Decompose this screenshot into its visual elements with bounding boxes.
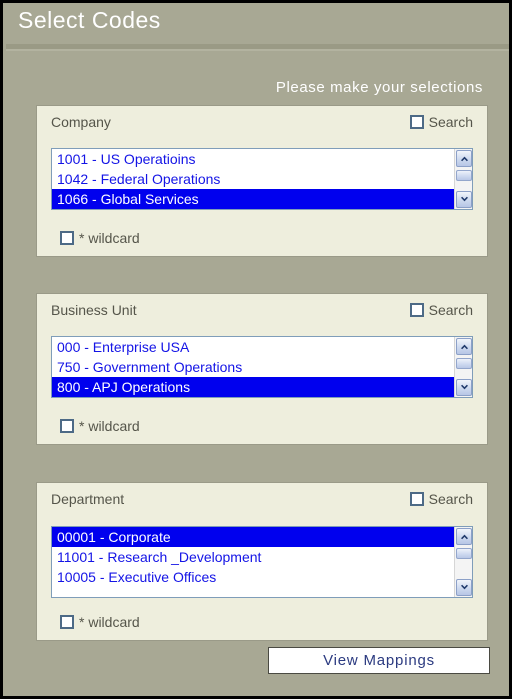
search-checkbox-row-company[interactable]: Search <box>409 114 473 130</box>
view-mappings-button[interactable]: View Mappings <box>268 647 490 674</box>
scroll-thumb-company[interactable] <box>456 170 472 181</box>
search-checkbox-row-department[interactable]: Search <box>409 491 473 507</box>
wildcard-checkbox-department[interactable] <box>60 615 74 629</box>
search-checkbox-label-business-unit: Search <box>428 302 473 318</box>
chevron-up-icon <box>460 155 469 162</box>
wildcard-checkbox-company[interactable] <box>60 231 74 245</box>
group-panel-business-unit: Business Unit Search 000 - Enterprise US… <box>36 293 488 445</box>
group-panel-department: Department Search 00001 - Corporate 1100… <box>36 482 488 641</box>
listbox-business-unit[interactable]: 000 - Enterprise USA 750 - Government Op… <box>51 336 473 398</box>
wildcard-checkbox-row-business-unit[interactable]: * wildcard <box>60 418 140 434</box>
list-item[interactable]: 11001 - Research _Development <box>52 547 454 567</box>
search-checkbox-business-unit[interactable] <box>409 303 424 317</box>
chevron-down-icon <box>460 384 469 391</box>
search-checkbox-row-business-unit[interactable]: Search <box>409 302 473 318</box>
group-panel-company: Company Search 1001 - US Operatioins 104… <box>36 105 488 257</box>
window-header: Select Codes <box>6 3 509 43</box>
chevron-down-icon <box>460 196 469 203</box>
scroll-down-button-business-unit[interactable] <box>456 379 472 396</box>
wildcard-checkbox-row-company[interactable]: * wildcard <box>60 230 140 246</box>
wildcard-checkbox-label-department: * wildcard <box>79 614 140 630</box>
list-item[interactable]: 1066 - Global Services <box>52 189 454 209</box>
list-item[interactable]: 750 - Government Operations <box>52 357 454 377</box>
search-checkbox-company[interactable] <box>409 115 424 129</box>
scroll-up-button-company[interactable] <box>456 150 472 167</box>
list-item[interactable]: 00001 - Corporate <box>52 527 454 547</box>
instruction-text: Please make your selections <box>275 79 483 96</box>
scroll-down-button-department[interactable] <box>456 579 472 596</box>
scroll-down-button-company[interactable] <box>456 191 472 208</box>
list-item[interactable]: 000 - Enterprise USA <box>52 337 454 357</box>
search-checkbox-label-company: Search <box>428 114 473 130</box>
wildcard-checkbox-business-unit[interactable] <box>60 419 74 433</box>
group-label-business-unit: Business Unit <box>51 302 137 318</box>
select-codes-window: Select Codes Please make your selections… <box>0 0 512 699</box>
scroll-thumb-department[interactable] <box>456 548 472 559</box>
listbox-items-department[interactable]: 00001 - Corporate 11001 - Research _Deve… <box>52 527 454 597</box>
page-title: Select Codes <box>18 7 161 33</box>
scroll-up-button-department[interactable] <box>456 528 472 545</box>
scrollbar-company[interactable] <box>454 149 472 209</box>
listbox-items-company[interactable]: 1001 - US Operatioins 1042 - Federal Ope… <box>52 149 454 209</box>
group-label-company: Company <box>51 114 111 130</box>
wildcard-checkbox-row-department[interactable]: * wildcard <box>60 614 140 630</box>
list-item[interactable]: 1001 - US Operatioins <box>52 149 454 169</box>
group-label-department: Department <box>51 491 125 507</box>
listbox-company[interactable]: 1001 - US Operatioins 1042 - Federal Ope… <box>51 148 473 210</box>
list-item[interactable]: 10005 - Executive Offices <box>52 567 454 587</box>
scroll-up-button-business-unit[interactable] <box>456 338 472 355</box>
header-divider-highlight <box>6 49 509 51</box>
scroll-thumb-business-unit[interactable] <box>456 358 472 369</box>
listbox-items-business-unit[interactable]: 000 - Enterprise USA 750 - Government Op… <box>52 337 454 397</box>
scrollbar-department[interactable] <box>454 527 472 597</box>
wildcard-checkbox-label-company: * wildcard <box>79 230 140 246</box>
chevron-up-icon <box>460 343 469 350</box>
search-checkbox-department[interactable] <box>409 492 424 506</box>
list-item[interactable]: 800 - APJ Operations <box>52 377 454 397</box>
scrollbar-business-unit[interactable] <box>454 337 472 397</box>
search-checkbox-label-department: Search <box>428 491 473 507</box>
chevron-up-icon <box>460 533 469 540</box>
listbox-department[interactable]: 00001 - Corporate 11001 - Research _Deve… <box>51 526 473 598</box>
list-item[interactable]: 1042 - Federal Operations <box>52 169 454 189</box>
wildcard-checkbox-label-business-unit: * wildcard <box>79 418 140 434</box>
chevron-down-icon <box>460 584 469 591</box>
